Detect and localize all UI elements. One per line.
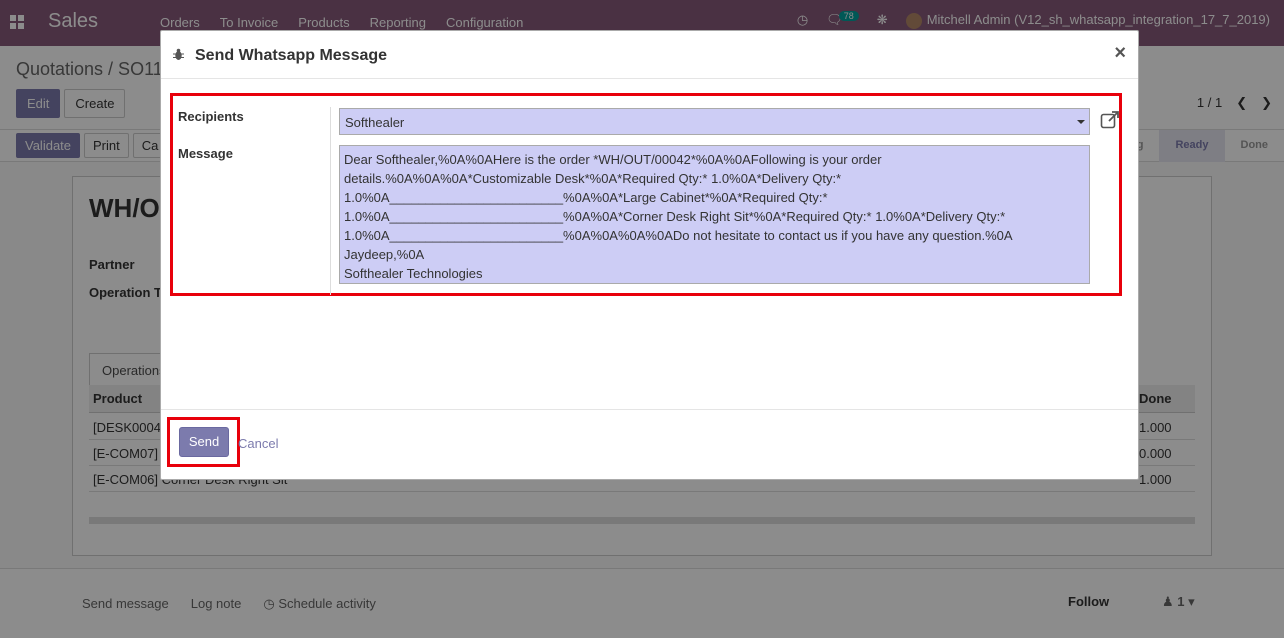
send-highlight: Send	[167, 417, 240, 467]
dialog-footer: Send Cancel	[161, 409, 1138, 480]
send-button[interactable]: Send	[179, 427, 229, 457]
message-textarea[interactable]: Dear Softhealer,%0A%0AHere is the order …	[339, 145, 1090, 284]
label-divider	[330, 107, 331, 295]
message-label: Message	[178, 146, 233, 161]
recipients-select[interactable]: Softhealer	[339, 108, 1090, 135]
external-link-icon[interactable]	[1100, 110, 1120, 130]
caret-down-icon[interactable]	[1077, 120, 1085, 124]
recipients-label: Recipients	[178, 109, 244, 124]
dialog-title: Send Whatsapp Message	[195, 47, 388, 64]
send-whatsapp-dialog: Send Whatsapp Message × Recipients Softh…	[160, 30, 1139, 480]
form-highlight: Recipients Softhealer Message Dear Softh…	[170, 93, 1122, 296]
dialog-header: Send Whatsapp Message ×	[161, 31, 1138, 79]
cancel-button[interactable]: Cancel	[238, 436, 278, 451]
recipients-value: Softhealer	[345, 115, 405, 130]
bug-icon	[173, 48, 184, 60]
close-icon[interactable]: ×	[1114, 42, 1126, 65]
